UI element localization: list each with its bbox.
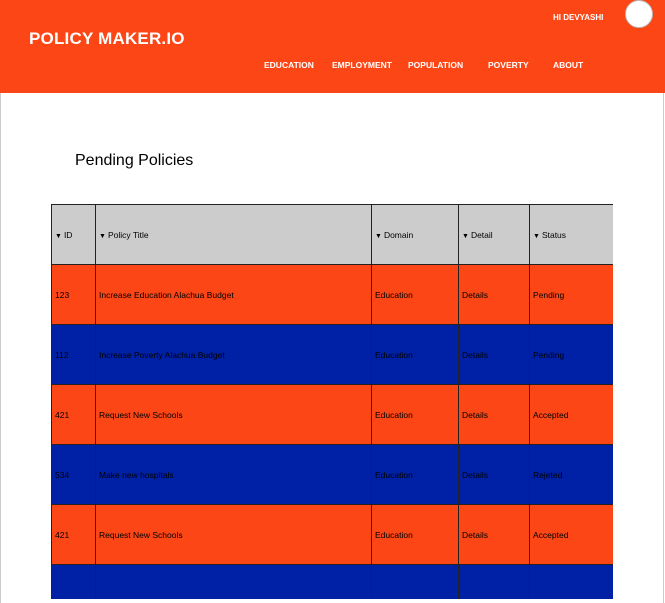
table-row: 421 Request New Schools Education Detail…: [51, 504, 613, 565]
top-header: POLICY MAKER.IO HI DEVYASHI EDUCATION EM…: [0, 0, 665, 93]
cell-id: 421: [51, 384, 96, 445]
cell-title: Request New Schools: [95, 504, 372, 565]
cell-title: Increase Poverty Alachua Budget: [95, 324, 372, 385]
column-header-label: Detail: [470, 229, 493, 240]
column-header-title[interactable]: ▼ Policy Title: [95, 204, 372, 265]
table-row: [51, 564, 613, 599]
cell-domain: Education: [371, 384, 459, 445]
details-link[interactable]: Details: [458, 384, 530, 445]
nav-poverty[interactable]: POVERTY: [488, 60, 529, 70]
column-header-label: ID: [63, 229, 73, 240]
table-row: 123 Increase Education Alachua Budget Ed…: [51, 264, 613, 325]
details-link[interactable]: [458, 564, 530, 599]
cell-id: 534: [51, 444, 96, 505]
table-row: 534 Make new hospitals Education Details…: [51, 444, 613, 505]
cell-status: Pending: [529, 324, 613, 385]
cell-domain: Education: [371, 264, 459, 325]
cell-domain: Education: [371, 444, 459, 505]
column-header-label: Domain: [383, 229, 414, 240]
column-header-domain[interactable]: ▼ Domain: [371, 204, 459, 265]
nav-employment[interactable]: EMPLOYMENT: [332, 60, 392, 70]
nav-education[interactable]: EDUCATION: [264, 60, 314, 70]
brand-logo-text[interactable]: POLICY MAKER.IO: [29, 29, 185, 49]
user-greeting: HI DEVYASHI: [553, 13, 604, 22]
column-header-status[interactable]: ▼ Status: [529, 204, 613, 265]
cell-id: 421: [51, 504, 96, 565]
details-link[interactable]: Details: [458, 264, 530, 325]
details-link[interactable]: Details: [458, 324, 530, 385]
cell-title: Make new hospitals: [95, 444, 372, 505]
page-border-left: [0, 93, 1, 603]
sort-down-icon: ▼: [462, 232, 469, 240]
cell-status: Pending: [529, 264, 613, 325]
cell-status: Accepted: [529, 384, 613, 445]
cell-title: [95, 564, 372, 599]
nav-about[interactable]: ABOUT: [553, 60, 583, 70]
avatar[interactable]: [625, 0, 653, 28]
column-header-label: Status: [541, 229, 567, 240]
cell-title: Request New Schools: [95, 384, 372, 445]
cell-status: [529, 564, 613, 599]
page-title: Pending Policies: [75, 152, 194, 169]
details-link[interactable]: Details: [458, 444, 530, 505]
cell-id: 123: [51, 264, 96, 325]
policies-table-container: ▼ ID ▼ Policy Title ▼ Domain ▼ Detail ▼ Statu…: [51, 204, 613, 599]
table-row: 421 Request New Schools Education Detail…: [51, 384, 613, 445]
sort-down-icon: ▼: [375, 232, 382, 240]
table-header-row: ▼ ID ▼ Policy Title ▼ Domain ▼ Detail ▼ Statu…: [51, 204, 613, 265]
cell-status: Rejeted: [529, 444, 613, 505]
cell-title: Increase Education Alachua Budget: [95, 264, 372, 325]
cell-domain: [371, 564, 459, 599]
page-border-right: [663, 93, 664, 603]
cell-domain: Education: [371, 504, 459, 565]
sort-down-icon: ▼: [55, 232, 62, 240]
table-row: 112 Increase Poverty Alachua Budget Educ…: [51, 324, 613, 385]
policies-table: ▼ ID ▼ Policy Title ▼ Domain ▼ Detail ▼ Statu…: [51, 204, 613, 599]
details-link[interactable]: Details: [458, 504, 530, 565]
column-header-id[interactable]: ▼ ID: [51, 204, 96, 265]
sort-down-icon: ▼: [533, 232, 540, 240]
cell-status: Accepted: [529, 504, 613, 565]
cell-id: 112: [51, 324, 96, 385]
nav-population[interactable]: POPULATION: [408, 60, 463, 70]
column-header-label: Policy Title: [107, 229, 149, 240]
column-header-detail[interactable]: ▼ Detail: [458, 204, 530, 265]
cell-id: [51, 564, 96, 599]
sort-down-icon: ▼: [99, 232, 106, 240]
cell-domain: Education: [371, 324, 459, 385]
